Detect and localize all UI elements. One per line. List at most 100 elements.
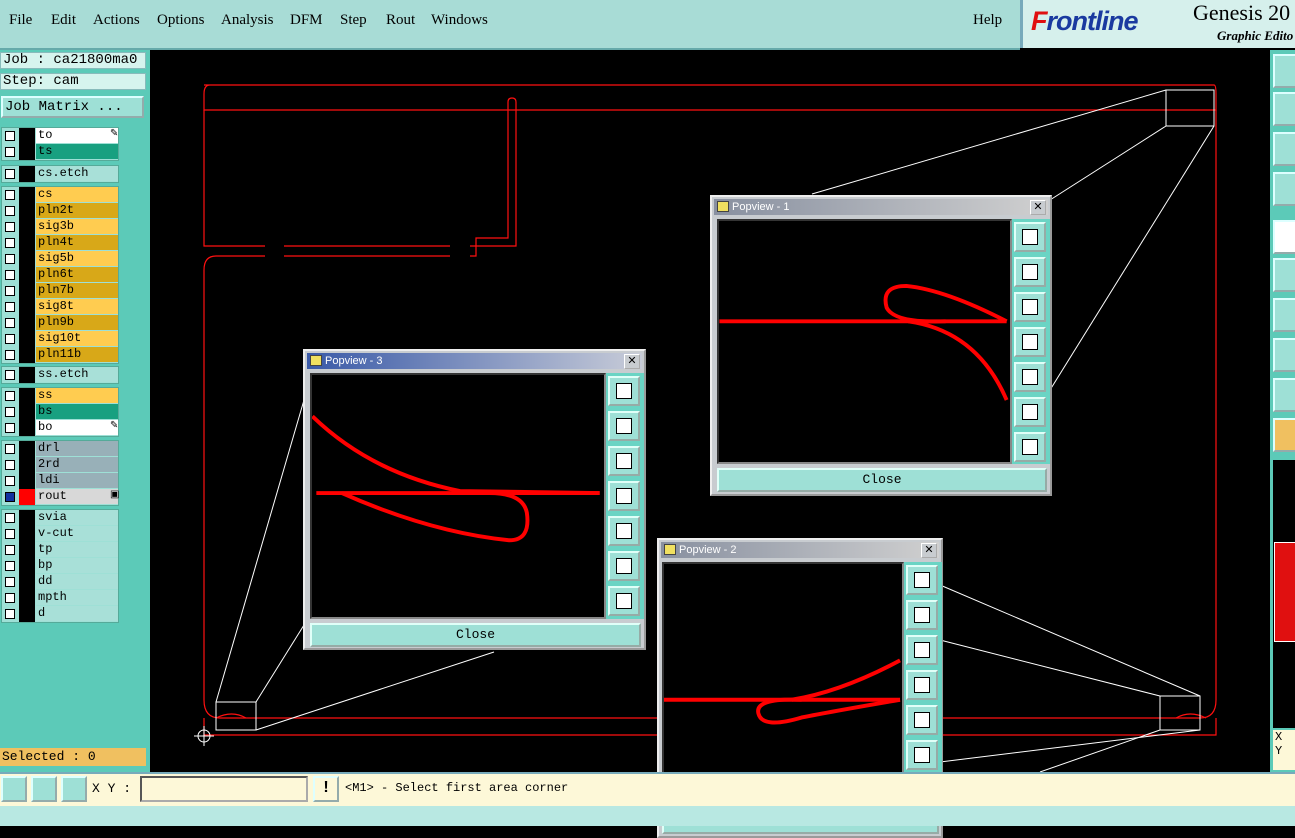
popview-3-view[interactable] (310, 373, 606, 619)
layer-row-pln7b[interactable]: pln7b (2, 283, 118, 299)
layer-name[interactable]: dd (36, 574, 118, 589)
layer-checkbox[interactable] (5, 513, 15, 523)
right-tool-5[interactable] (1273, 220, 1295, 254)
popview-tool-1-icon[interactable] (1014, 222, 1046, 252)
layer-checkbox[interactable] (5, 561, 15, 571)
layer-name[interactable]: ts (36, 144, 118, 159)
layer-display-swatch[interactable] (19, 187, 35, 203)
popview-tool-5-icon[interactable] (608, 516, 640, 546)
popview-tool-6-icon[interactable] (906, 740, 938, 770)
layer-checkbox[interactable] (5, 577, 15, 587)
layer-row-sig10t[interactable]: sig10t (2, 331, 118, 347)
layer-display-swatch[interactable] (19, 166, 35, 182)
layer-checkbox[interactable] (5, 206, 15, 216)
layer-row-to[interactable]: to ✎ (2, 128, 118, 144)
popview-tool-3-icon[interactable] (1014, 292, 1046, 322)
right-tool-9[interactable] (1273, 378, 1295, 412)
layer-name[interactable]: bp (36, 558, 118, 573)
layer-row-ldi[interactable]: ldi (2, 473, 118, 489)
layer-checkbox[interactable] (5, 529, 15, 539)
right-tool-4[interactable] (1273, 172, 1295, 206)
popview-tool-3-icon[interactable] (608, 446, 640, 476)
layer-display-swatch[interactable] (19, 489, 35, 505)
layer-display-swatch[interactable] (19, 420, 35, 436)
menu-flag-icon[interactable]: ▣ (110, 489, 119, 500)
layer-row-pln11b[interactable]: pln11b (2, 347, 118, 363)
layer-checkbox[interactable] (5, 147, 15, 157)
layer-checkbox[interactable] (5, 391, 15, 401)
layer-display-swatch[interactable] (19, 558, 35, 574)
layer-row-sig5b[interactable]: sig5b (2, 251, 118, 267)
layer-row-bo[interactable]: bo ✎ (2, 420, 118, 436)
layer-checkbox[interactable] (5, 270, 15, 280)
popview-tool-4-icon[interactable] (608, 481, 640, 511)
right-tool-1[interactable] (1273, 54, 1295, 88)
layer-display-swatch[interactable] (19, 203, 35, 219)
layer-display-swatch[interactable] (19, 441, 35, 457)
layer-row-2rd[interactable]: 2rd (2, 457, 118, 473)
pointer-tool-icon[interactable] (1273, 418, 1295, 452)
layer-display-swatch[interactable] (19, 299, 35, 315)
layer-name[interactable]: sig3b (36, 219, 118, 234)
layer-display-swatch[interactable] (19, 510, 35, 526)
layer-display-swatch[interactable] (19, 526, 35, 542)
layer-name[interactable]: pln4t (36, 235, 118, 250)
layer-row-ss[interactable]: ss (2, 388, 118, 404)
layer-row-sig3b[interactable]: sig3b (2, 219, 118, 235)
menu-analysis[interactable]: Analysis (221, 12, 274, 29)
layer-checkbox[interactable] (5, 423, 15, 433)
layer-checkbox[interactable] (5, 222, 15, 232)
layer-row-v-cut[interactable]: v-cut (2, 526, 118, 542)
right-tool-2[interactable] (1273, 92, 1295, 126)
layer-row-sig8t[interactable]: sig8t (2, 299, 118, 315)
layer-display-swatch[interactable] (19, 367, 35, 383)
popview-1-titlebar[interactable]: Popview - 1 ✕ (714, 199, 1048, 215)
layer-row-dd[interactable]: dd (2, 574, 118, 590)
layer-name[interactable]: ldi (36, 473, 118, 488)
job-matrix-button[interactable]: Job Matrix ... (1, 96, 144, 118)
menu-windows[interactable]: Windows (431, 12, 488, 29)
popview-tool-7-icon[interactable] (1014, 432, 1046, 462)
alert-icon[interactable]: ! (313, 776, 339, 802)
popview-tool-6-icon[interactable] (608, 551, 640, 581)
popview-3-close-icon[interactable]: ✕ (624, 354, 640, 369)
menu-dfm[interactable]: DFM (290, 12, 323, 29)
layer-row-pln6t[interactable]: pln6t (2, 267, 118, 283)
edit-flag-icon[interactable]: ✎ (110, 420, 118, 431)
layer-checkbox[interactable] (5, 318, 15, 328)
layer-name[interactable]: ss (36, 388, 118, 403)
layer-checkbox[interactable] (5, 609, 15, 619)
layer-name[interactable]: pln6t (36, 267, 118, 282)
popview-tool-2-icon[interactable] (608, 411, 640, 441)
layer-display-swatch[interactable] (19, 457, 35, 473)
measure-icon[interactable] (31, 776, 57, 802)
layer-checkbox[interactable] (5, 334, 15, 344)
layer-checkbox[interactable] (5, 476, 15, 486)
layer-row-bs[interactable]: bs (2, 404, 118, 420)
layer-display-swatch[interactable] (19, 388, 35, 404)
layer-row-tp[interactable]: tp (2, 542, 118, 558)
layer-row-d[interactable]: d (2, 606, 118, 622)
zoom-area-icon[interactable] (1, 776, 27, 802)
layer-checkbox[interactable] (5, 545, 15, 555)
popview-tool-5-icon[interactable] (906, 705, 938, 735)
popview-2-titlebar[interactable]: Popview - 2 ✕ (661, 542, 939, 558)
layer-display-swatch[interactable] (19, 347, 35, 363)
layer-name[interactable]: pln7b (36, 283, 118, 298)
layer-display-swatch[interactable] (19, 144, 35, 160)
menu-actions[interactable]: Actions (93, 12, 140, 29)
layer-name[interactable]: sig5b (36, 251, 118, 266)
popview-3-close-button[interactable]: Close (310, 623, 641, 647)
popview-tool-1-icon[interactable] (906, 565, 938, 595)
layer-checkbox[interactable] (5, 460, 15, 470)
layer-checkbox[interactable] (5, 350, 15, 360)
layer-display-swatch[interactable] (19, 235, 35, 251)
layer-row-pln4t[interactable]: pln4t (2, 235, 118, 251)
layer-name[interactable]: sig10t (36, 331, 118, 346)
popview-1-close-icon[interactable]: ✕ (1030, 200, 1046, 215)
popview-1[interactable]: Popview - 1 ✕ Close (710, 195, 1052, 496)
layer-name[interactable]: pln9b (36, 315, 118, 330)
menu-options[interactable]: Options (157, 12, 205, 29)
layer-checkbox[interactable] (5, 131, 15, 141)
layer-display-swatch[interactable] (19, 542, 35, 558)
